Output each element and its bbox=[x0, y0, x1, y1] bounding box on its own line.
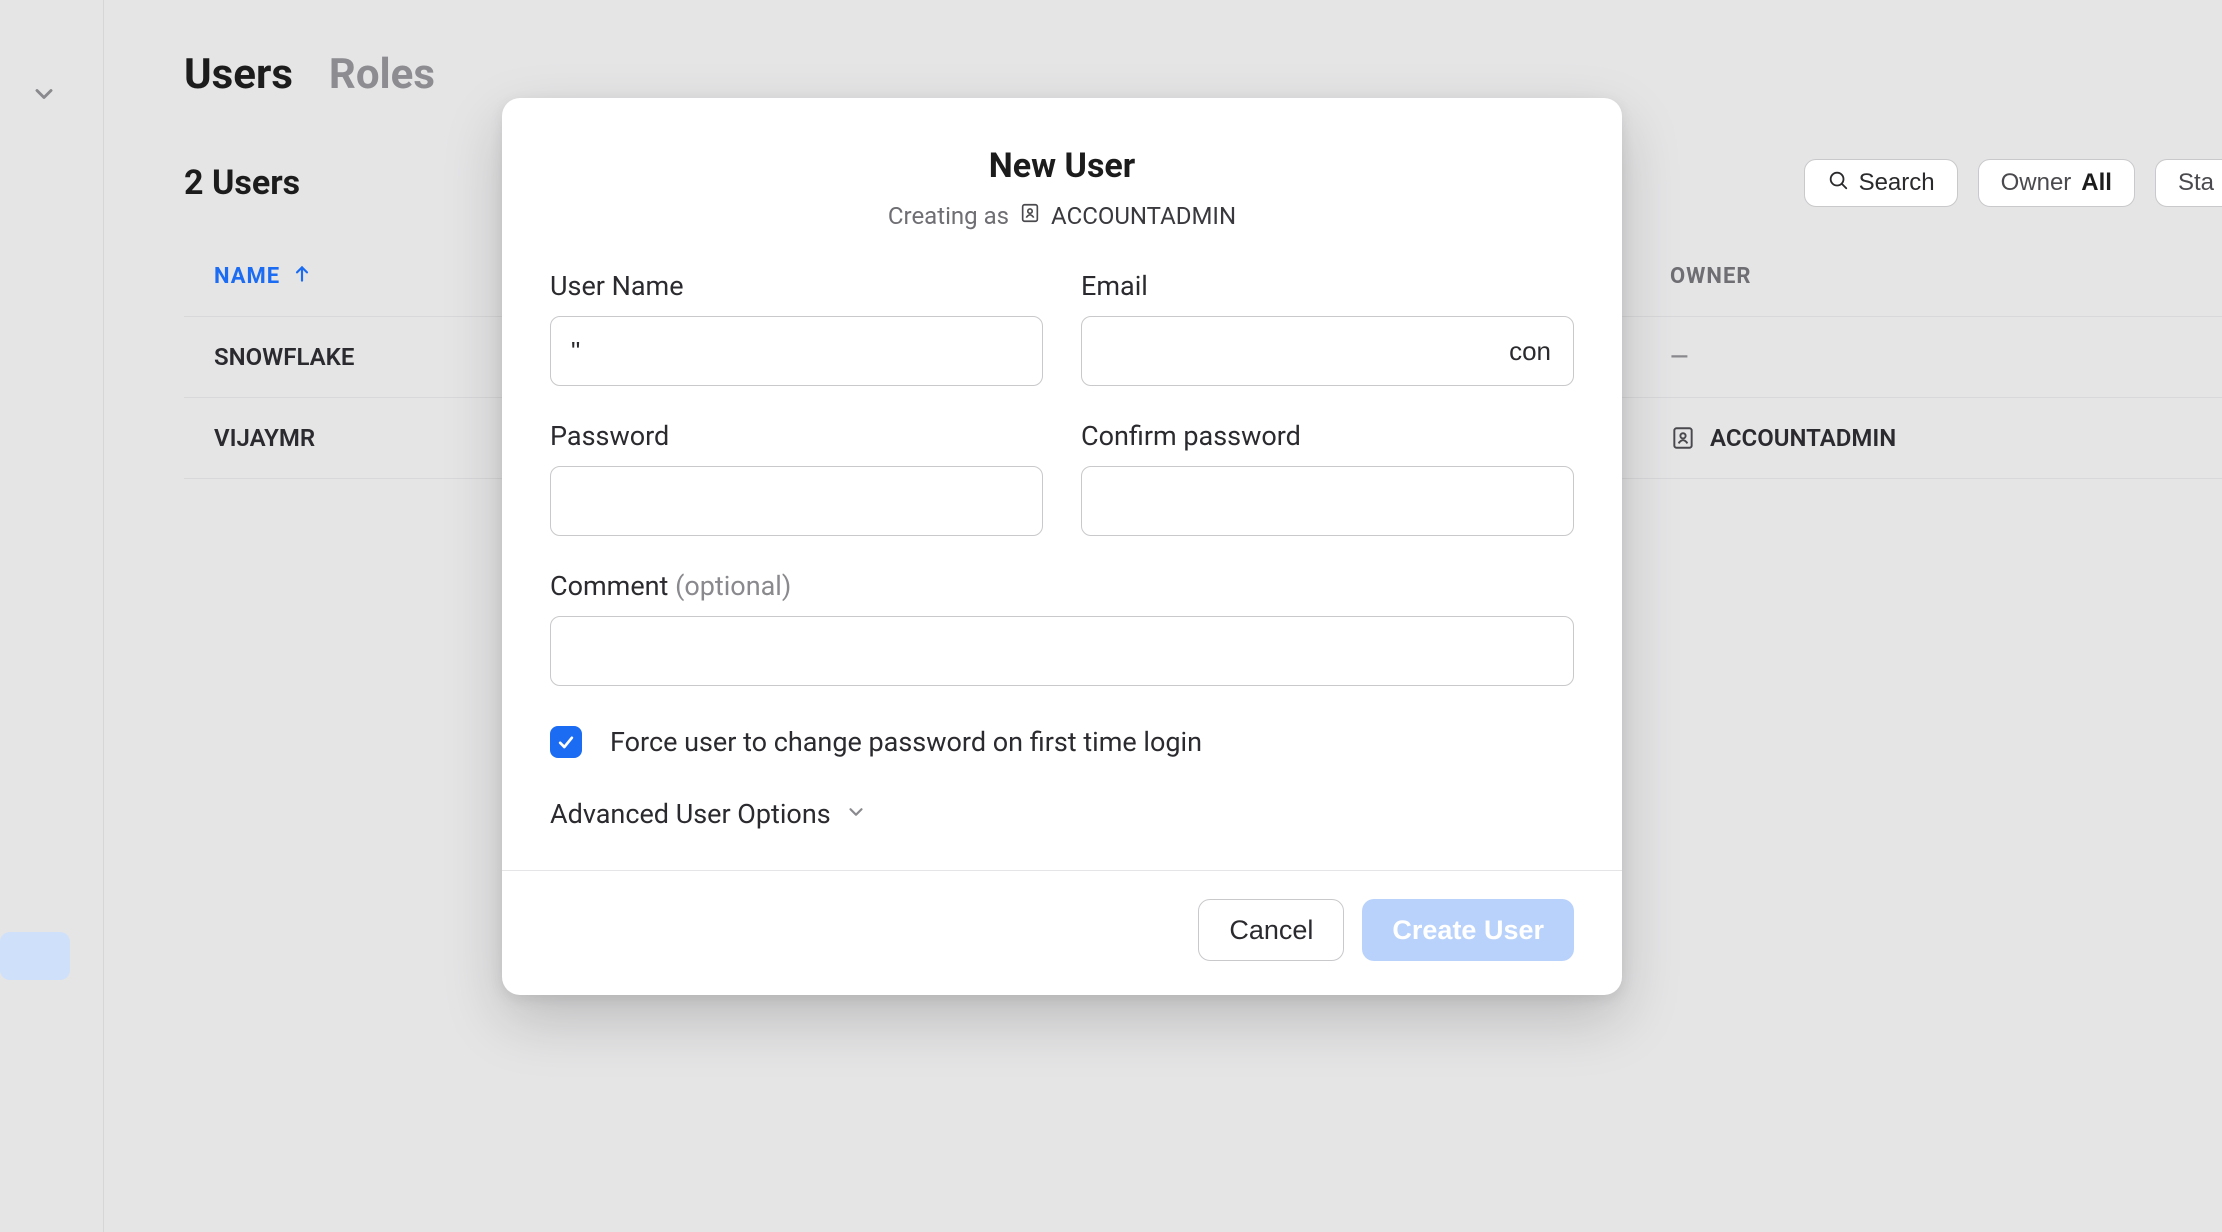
nav-active-indicator bbox=[0, 932, 70, 980]
owner-filter-button[interactable]: Owner All bbox=[1978, 159, 2135, 207]
role-icon bbox=[1670, 425, 1696, 451]
search-label: Search bbox=[1859, 169, 1935, 197]
page-tabs: Users Roles bbox=[184, 50, 2222, 99]
modal-subtitle: Creating as ACCOUNTADMIN bbox=[550, 202, 1574, 230]
search-icon bbox=[1827, 169, 1849, 198]
status-filter-label: Sta bbox=[2178, 169, 2214, 197]
role-icon bbox=[1019, 202, 1041, 230]
advanced-options-toggle[interactable]: Advanced User Options bbox=[550, 798, 1574, 830]
sort-asc-icon bbox=[292, 264, 312, 290]
new-user-modal: New User Creating as ACCOUNTADMIN User N… bbox=[502, 98, 1622, 995]
modal-footer: Cancel Create User bbox=[502, 870, 1622, 995]
advanced-options-label: Advanced User Options bbox=[550, 798, 831, 830]
email-label: Email bbox=[1081, 270, 1574, 302]
field-confirm-password: Confirm password bbox=[1081, 420, 1574, 536]
field-password: Password bbox=[550, 420, 1043, 536]
chevron-down-icon bbox=[845, 798, 867, 830]
password-label: Password bbox=[550, 420, 1043, 452]
cell-owner: ACCOUNTADMIN bbox=[1640, 398, 2212, 478]
force-change-checkbox[interactable] bbox=[550, 726, 582, 758]
create-user-button[interactable]: Create User bbox=[1362, 899, 1574, 961]
cancel-button[interactable]: Cancel bbox=[1198, 899, 1344, 961]
tab-roles[interactable]: Roles bbox=[329, 50, 435, 99]
modal-title: New User bbox=[550, 146, 1574, 186]
search-button[interactable]: Search bbox=[1804, 159, 1958, 207]
comment-optional-text: (optional) bbox=[675, 570, 791, 602]
username-input[interactable] bbox=[550, 316, 1043, 386]
chevron-down-icon[interactable] bbox=[30, 80, 58, 112]
user-count: 2 Users bbox=[184, 163, 300, 203]
creating-as-label: Creating as bbox=[888, 202, 1009, 230]
column-header-name-label: NAME bbox=[214, 264, 280, 289]
field-comment: Comment (optional) bbox=[550, 570, 1574, 686]
confirm-password-input[interactable] bbox=[1081, 466, 1574, 536]
confirm-password-label: Confirm password bbox=[1081, 420, 1574, 452]
force-change-row: Force user to change password on first t… bbox=[550, 726, 1574, 758]
force-change-label: Force user to change password on first t… bbox=[610, 726, 1202, 758]
username-label: User Name bbox=[550, 270, 1043, 302]
email-input[interactable] bbox=[1081, 316, 1574, 386]
field-email: Email bbox=[1081, 270, 1574, 386]
status-filter-button[interactable]: Sta bbox=[2155, 159, 2222, 207]
field-username: User Name bbox=[550, 270, 1043, 386]
cell-owner: — bbox=[1640, 317, 2212, 397]
comment-label-text: Comment bbox=[550, 570, 668, 602]
tab-users[interactable]: Users bbox=[184, 50, 293, 99]
comment-input[interactable] bbox=[550, 616, 1574, 686]
owner-filter-value: All bbox=[2081, 169, 2112, 197]
column-header-owner[interactable]: OWNER bbox=[1640, 240, 2212, 313]
comment-label: Comment (optional) bbox=[550, 570, 1574, 602]
password-input[interactable] bbox=[550, 466, 1043, 536]
creating-as-role: ACCOUNTADMIN bbox=[1051, 202, 1236, 230]
owner-filter-label: Owner bbox=[2001, 169, 2072, 197]
left-rail bbox=[0, 0, 104, 1232]
cell-owner-value: ACCOUNTADMIN bbox=[1710, 424, 1896, 452]
